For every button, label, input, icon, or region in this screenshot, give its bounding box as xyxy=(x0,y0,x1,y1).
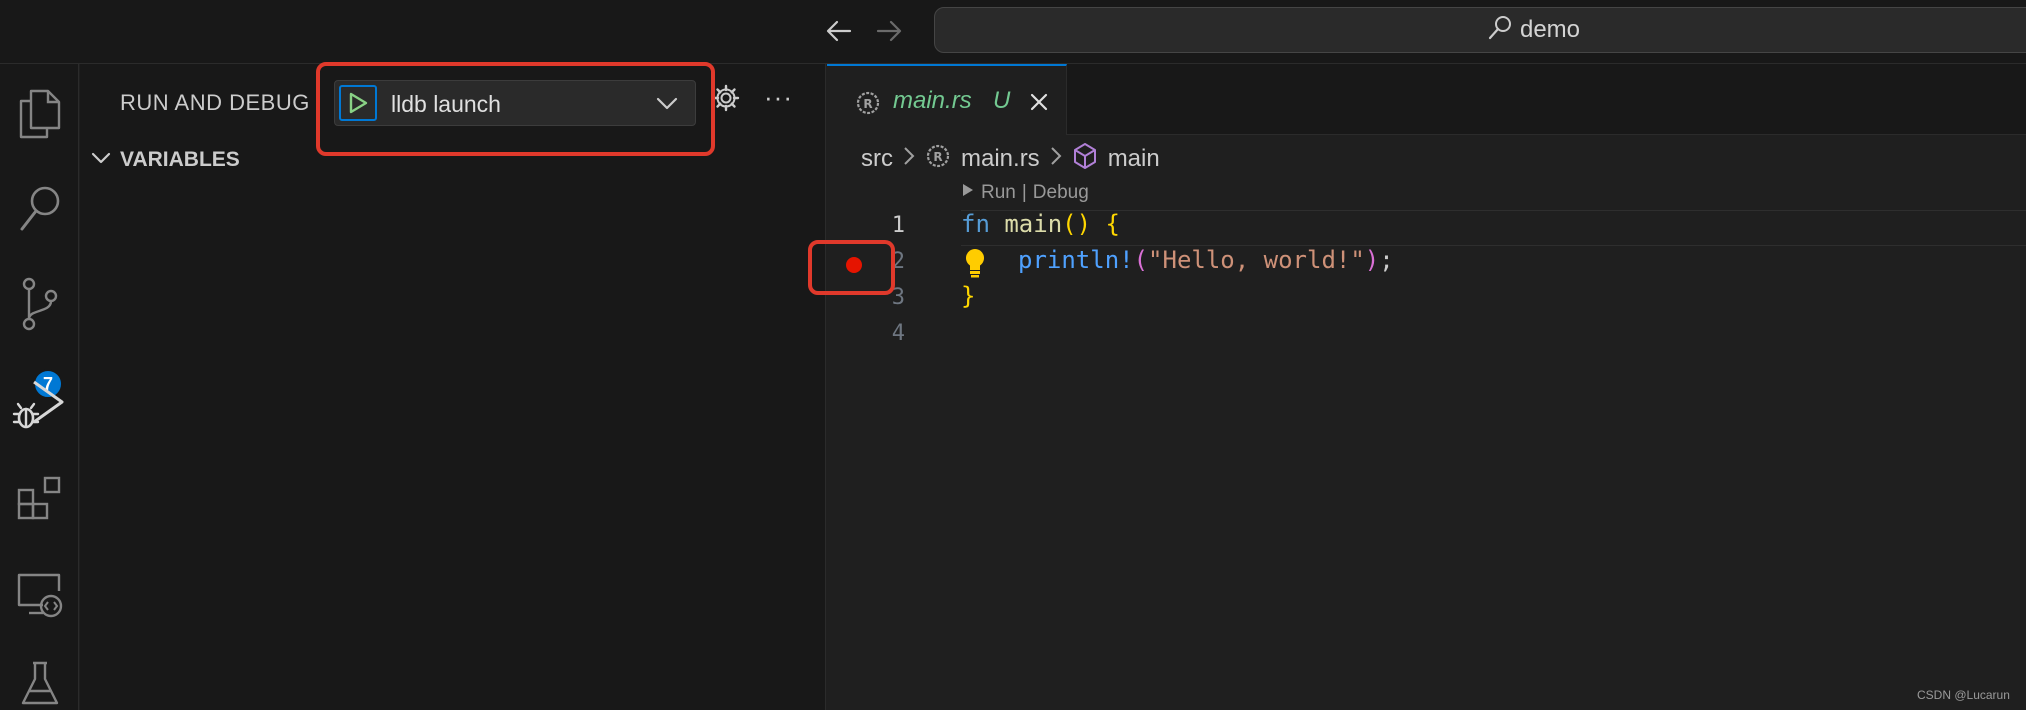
code-parens: () xyxy=(1062,210,1092,238)
chevron-right-icon xyxy=(903,146,915,172)
annotation-box-breakpoint xyxy=(808,240,895,295)
code-line-3[interactable]: } xyxy=(961,282,975,310)
variables-section-header[interactable]: VARIABLES xyxy=(90,144,240,176)
forward-arrow-icon[interactable] xyxy=(872,14,906,48)
chevron-down-icon xyxy=(90,147,112,174)
rust-file-icon: R xyxy=(925,143,951,176)
extensions-icon[interactable] xyxy=(0,459,79,539)
symbol-method-icon xyxy=(1072,142,1098,177)
sidebar-title: RUN AND DEBUG xyxy=(120,90,310,115)
code-macro: println! xyxy=(1018,246,1134,274)
codelens-debug[interactable]: Debug xyxy=(1033,182,1089,204)
current-line-highlight xyxy=(961,210,2026,246)
line-number: 1 xyxy=(891,213,905,238)
breadcrumb: src R main.rs main xyxy=(861,142,1160,177)
run-and-debug-sidebar: RUN AND DEBUG lldb launch ··· VARIABLES xyxy=(80,64,826,710)
code-brace-close: } xyxy=(961,282,976,310)
code-line-2[interactable]: println!("Hello, world!"); xyxy=(1018,246,1394,274)
rust-file-icon: R xyxy=(855,90,881,121)
annotation-box-debug-config xyxy=(316,62,715,156)
tab-main-rs[interactable]: R main.rs U xyxy=(827,64,1067,135)
chevron-right-icon xyxy=(1050,146,1062,172)
gear-icon[interactable] xyxy=(712,84,740,117)
title-bar: demo xyxy=(0,0,2026,64)
codelens-run[interactable]: Run xyxy=(981,182,1016,204)
untracked-status-badge: U xyxy=(993,87,1011,114)
play-icon xyxy=(961,182,975,204)
command-center-label: demo xyxy=(1519,16,1581,43)
search-icon xyxy=(1488,15,1512,46)
tab-filename: main.rs xyxy=(893,87,972,114)
back-arrow-icon[interactable] xyxy=(822,14,856,48)
run-debug-icon[interactable] xyxy=(0,364,79,444)
code-string: "Hello, world!" xyxy=(1148,246,1365,274)
line-number: 4 xyxy=(891,321,905,346)
code-keyword: fn xyxy=(961,210,990,238)
code-semicolon: ; xyxy=(1379,246,1394,274)
breadcrumb-folder[interactable]: src xyxy=(861,145,893,173)
files-icon[interactable] xyxy=(0,74,79,154)
code-paren-open: ( xyxy=(1133,246,1149,274)
code-line-1[interactable]: fn main() { xyxy=(961,210,1120,238)
watermark: CSDN @Lucarun xyxy=(1917,688,2010,702)
codelens-separator: | xyxy=(1021,182,1027,203)
code-brace-open: { xyxy=(1105,210,1120,238)
activity-bar: 7 xyxy=(0,64,79,710)
editor-area: R main.rs U src R main.rs main Run | Deb… xyxy=(827,64,2026,710)
search-icon[interactable] xyxy=(0,169,79,249)
breadcrumb-file[interactable]: main.rs xyxy=(961,145,1040,173)
variables-section-label: VARIABLES xyxy=(120,148,240,171)
breadcrumb-symbol[interactable]: main xyxy=(1108,145,1160,173)
editor-tab-bar: R main.rs U xyxy=(827,64,2026,135)
codelens: Run | Debug xyxy=(961,182,1089,204)
code-function-name: main xyxy=(1004,210,1063,238)
svg-text:R: R xyxy=(863,97,872,111)
code-paren-close: ) xyxy=(1364,246,1380,274)
command-center-search[interactable]: demo xyxy=(934,7,2026,53)
more-actions-icon[interactable]: ··· xyxy=(764,82,793,113)
remote-explorer-icon[interactable] xyxy=(0,554,79,634)
svg-text:R: R xyxy=(933,150,942,164)
testing-icon[interactable] xyxy=(0,644,79,710)
close-icon[interactable] xyxy=(1025,88,1053,116)
lightbulb-icon[interactable] xyxy=(961,246,989,285)
source-control-icon[interactable] xyxy=(0,264,79,344)
